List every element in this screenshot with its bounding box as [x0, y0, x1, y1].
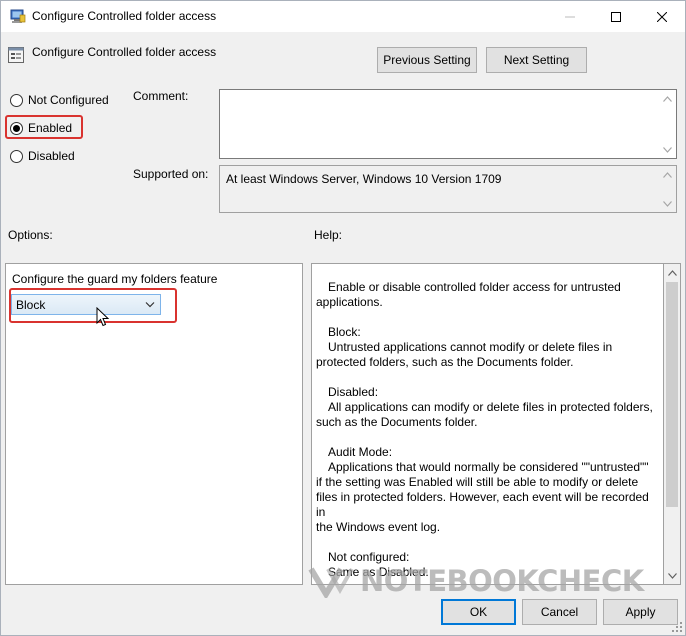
- help-label: Help:: [314, 228, 343, 242]
- comment-scrollbar[interactable]: [659, 90, 676, 158]
- help-line: files in protected folders. However, eac…: [316, 490, 649, 519]
- policy-setting-icon: [8, 47, 24, 63]
- radio-circle[interactable]: [10, 93, 23, 107]
- help-paragraph: Enable or disable controlled folder acce…: [316, 280, 660, 310]
- title-bar: Configure Controlled folder access: [1, 1, 685, 32]
- chevron-down-icon: [668, 572, 677, 579]
- supported-scrollbar[interactable]: [659, 166, 676, 212]
- feature-label: Configure the guard my folders feature: [12, 272, 218, 286]
- chevron-down-icon: [663, 146, 672, 153]
- help-paragraph: Audit Mode: Applications that would norma…: [316, 445, 660, 535]
- scroll-down-arrow[interactable]: [659, 195, 676, 212]
- comment-textarea[interactable]: [219, 89, 677, 159]
- radio-circle[interactable]: [10, 121, 23, 135]
- minimize-button[interactable]: [547, 1, 593, 32]
- scroll-up-arrow[interactable]: [659, 90, 676, 107]
- close-button[interactable]: [639, 1, 685, 32]
- help-scrollbar[interactable]: [664, 263, 681, 585]
- chevron-down-icon: [663, 200, 672, 207]
- mouse-cursor-icon: [96, 307, 110, 327]
- help-paragraph: Not configured: Same as Disabled.: [316, 550, 660, 580]
- help-line: applications.: [316, 295, 383, 309]
- maximize-icon: [611, 11, 621, 22]
- help-line: Audit Mode:: [328, 445, 393, 459]
- help-line: the Windows event log.: [316, 520, 441, 534]
- help-panel[interactable]: Enable or disable controlled folder acce…: [311, 263, 664, 585]
- options-label: Options:: [8, 228, 53, 242]
- help-text: Enable or disable controlled folder acce…: [316, 280, 660, 584]
- ok-label: OK: [469, 605, 488, 619]
- help-paragraph: Block: Untrusted applications cannot modi…: [316, 325, 660, 370]
- radio-not-configured[interactable]: Not Configured: [10, 93, 109, 107]
- options-panel: Configure the guard my folders feature B…: [5, 263, 303, 585]
- scroll-up-arrow[interactable]: [659, 166, 676, 183]
- previous-setting-button[interactable]: Previous Setting: [377, 47, 477, 73]
- help-line: Untrusted applications cannot modify or …: [328, 340, 613, 354]
- guard-mode-dropdown[interactable]: Block: [11, 294, 161, 315]
- group-policy-icon: [10, 9, 26, 23]
- cancel-label: Cancel: [540, 605, 579, 619]
- scroll-thumb[interactable]: [666, 282, 678, 507]
- help-line: Applications that would normally be cons…: [328, 460, 649, 474]
- help-line: Enable or disable controlled folder acce…: [328, 280, 621, 294]
- next-setting-button[interactable]: Next Setting: [486, 47, 587, 73]
- scroll-down-arrow[interactable]: [659, 141, 676, 158]
- radio-disabled[interactable]: Disabled: [10, 149, 75, 163]
- apply-button[interactable]: Apply: [603, 599, 678, 625]
- help-line: Same as Disabled.: [328, 565, 429, 579]
- ok-button[interactable]: OK: [441, 599, 516, 625]
- help-line: protected folders, such as the Documents…: [316, 355, 574, 369]
- chevron-up-icon: [668, 269, 677, 276]
- chevron-up-icon: [663, 171, 672, 178]
- radio-label: Enabled: [28, 121, 73, 135]
- comment-label: Comment:: [133, 89, 189, 103]
- dialog-window: Configure Controlled folder access Confi…: [0, 0, 686, 636]
- supported-on-value: At least Windows Server, Windows 10 Vers…: [226, 172, 502, 186]
- supported-on-label: Supported on:: [133, 167, 209, 181]
- scroll-up-arrow[interactable]: [664, 264, 681, 281]
- chevron-up-icon: [663, 95, 672, 102]
- help-line: All applications can modify or delete fi…: [328, 400, 653, 414]
- radio-label: Not Configured: [28, 93, 109, 107]
- help-line: Disabled:: [328, 385, 379, 399]
- scroll-down-arrow[interactable]: [664, 567, 681, 584]
- close-icon: [657, 11, 667, 22]
- next-setting-label: Next Setting: [503, 53, 570, 67]
- dropdown-value: Block: [16, 297, 46, 312]
- cancel-button[interactable]: Cancel: [522, 599, 597, 625]
- window-title: Configure Controlled folder access: [32, 9, 217, 23]
- minimize-icon: [565, 16, 575, 17]
- supported-on-field[interactable]: At least Windows Server, Windows 10 Vers…: [219, 165, 677, 213]
- resize-grip-icon[interactable]: [672, 622, 682, 632]
- help-line: such as the Documents folder.: [316, 415, 478, 429]
- help-line: if the setting was Enabled will still be…: [316, 475, 639, 489]
- maximize-button[interactable]: [593, 1, 639, 32]
- apply-label: Apply: [625, 605, 656, 619]
- radio-circle[interactable]: [10, 149, 23, 163]
- radio-label: Disabled: [28, 149, 75, 163]
- help-line: Not configured:: [328, 550, 410, 564]
- policy-title: Configure Controlled folder access: [32, 45, 217, 59]
- help-line: Block:: [328, 325, 361, 339]
- help-paragraph: Disabled: All applications can modify or …: [316, 385, 660, 430]
- chevron-down-icon: [145, 302, 155, 308]
- previous-setting-label: Previous Setting: [383, 53, 471, 67]
- radio-enabled[interactable]: Enabled: [10, 121, 72, 135]
